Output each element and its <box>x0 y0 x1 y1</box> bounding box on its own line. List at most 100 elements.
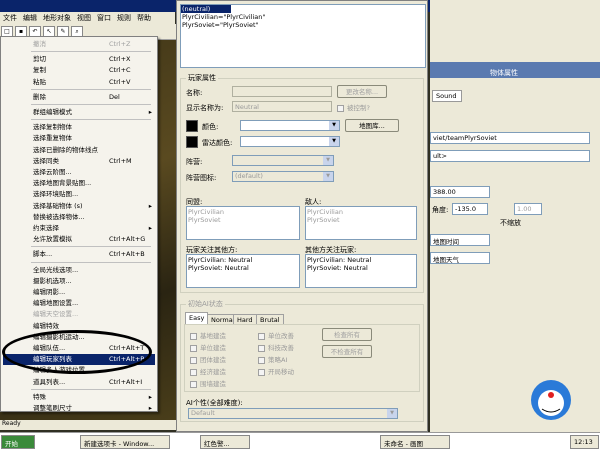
ai-base-build-checkbox[interactable]: 基地建造 <box>190 330 226 340</box>
menu-item-shortcut: Ctrl+X <box>109 55 131 64</box>
menu-item[interactable]: 编辑地图设置... <box>3 298 155 309</box>
menu-item[interactable]: 选择同类 Ctrl+M <box>3 156 155 167</box>
menu-item[interactable]: 编辑天空设置... <box>3 309 155 320</box>
tab-sound[interactable]: Sound <box>432 90 462 102</box>
list-item[interactable]: PlyrSoviet: Neutral <box>188 264 298 272</box>
ai-unit-upgrade-checkbox[interactable]: 单位改善 <box>258 330 294 340</box>
menu-item[interactable]: 选择环境贴图... <box>3 189 155 200</box>
menu-item[interactable]: 替换被选择物体... <box>3 212 155 223</box>
is-human-checkbox[interactable]: 被控制? <box>337 102 370 112</box>
menu-item-label: 编辑天空设置... <box>33 310 79 319</box>
chevron-right-icon: ▸ <box>148 392 152 401</box>
player-item[interactable]: PlyrCivilian="PlyrCivilian" <box>181 13 425 21</box>
menu-item-label: 选择已删除的物体线点 <box>33 145 98 154</box>
menu-item-label: 选择复制物体 <box>33 123 72 132</box>
list-item[interactable]: PlyrSoviet <box>188 216 298 224</box>
menu-item[interactable]: 选择地图背景贴图... <box>3 178 155 189</box>
menu-item[interactable]: 调整笔刷尺寸 ▸ <box>3 403 155 414</box>
ai-strategy-checkbox[interactable]: 策略AI <box>258 354 287 364</box>
radar-color-select[interactable]: ▼ <box>240 136 340 147</box>
menu-item[interactable]: 剪切 Ctrl+X <box>3 54 155 65</box>
tab-hard[interactable]: Hard <box>233 314 257 324</box>
regarded-listbox[interactable]: PlyrCivilian: Neutral PlyrSoviet: Neutra… <box>305 254 417 288</box>
menu-item-label: 全局光线选项... <box>33 265 79 274</box>
chevron-right-icon: ▸ <box>148 108 152 116</box>
ai-opening-move-checkbox[interactable]: 开局移动 <box>258 366 294 376</box>
player-listbox[interactable]: (neutral) PlyrCivilian="PlyrCivilian" Pl… <box>180 4 426 68</box>
menu-edit[interactable]: 编辑 <box>20 12 40 24</box>
menu-help[interactable]: 帮助 <box>134 12 154 24</box>
menu-item[interactable]: 约束选择 ▸ <box>3 223 155 234</box>
menu-item[interactable]: 特殊 ▸ <box>3 392 155 403</box>
scale-field[interactable]: 1.00 <box>514 203 542 215</box>
angle-field[interactable]: -135.0 <box>452 203 488 215</box>
menu-item[interactable]: 允许放置模拟 Ctrl+Alt+G <box>3 234 155 245</box>
ai-wall-build-checkbox[interactable]: 围墙建造 <box>190 378 226 388</box>
menu-item[interactable]: 粘贴 Ctrl+V <box>3 77 155 88</box>
ai-tech-upgrade-checkbox[interactable]: 科技改善 <box>258 342 294 352</box>
ai-unit-build-checkbox[interactable]: 单位建造 <box>190 342 226 352</box>
menu-item[interactable]: 全局光线选项... <box>3 265 155 276</box>
list-item[interactable]: PlyrSoviet <box>307 216 415 224</box>
menu-bar: 文件 编辑 地形对象 视图 窗口 规则 帮助 <box>0 12 175 24</box>
player-item[interactable]: (neutral) <box>181 5 231 13</box>
menu-view[interactable]: 视图 <box>74 12 94 24</box>
list-item[interactable]: PlyrCivilian: Neutral <box>188 256 298 264</box>
checkbox-label: 经济建造 <box>200 368 226 376</box>
ai-team-build-checkbox[interactable]: 团体建造 <box>190 354 226 364</box>
map-time-select[interactable]: 地图时间 <box>430 234 490 246</box>
tab-brutal[interactable]: Brutal <box>256 314 284 324</box>
menu-separator <box>31 119 151 121</box>
menu-file[interactable]: 文件 <box>0 12 20 24</box>
menu-item[interactable]: 摄影机选项... <box>3 276 155 287</box>
ai-personality-label: AI个性(全部难度): <box>186 399 243 407</box>
menu-item[interactable]: 选择复制物体 <box>3 122 155 133</box>
menu-window[interactable]: 窗口 <box>94 12 114 24</box>
menu-item[interactable]: 复制 Ctrl+C <box>3 65 155 76</box>
menu-item[interactable]: 删除 Del <box>3 92 155 103</box>
menu-rules[interactable]: 规则 <box>114 12 134 24</box>
enemies-listbox[interactable]: PlyrCivilian PlyrSoviet <box>305 206 417 240</box>
list-item[interactable]: PlyrCivilian: Neutral <box>307 256 415 264</box>
menu-terrain[interactable]: 地形对象 <box>40 12 74 24</box>
menu-item[interactable]: 道具列表... Ctrl+Alt+I <box>3 377 155 388</box>
menu-item[interactable]: 选择已删除的物体线点 <box>3 145 155 156</box>
menu-item-label: 选择云阶图... <box>33 168 72 176</box>
menu-item[interactable]: 撤消 Ctrl+Z <box>3 39 155 50</box>
taskbar-paint[interactable]: 未命名 - 画图 <box>380 435 450 449</box>
allies-listbox[interactable]: PlyrCivilian PlyrSoviet <box>186 206 300 240</box>
menu-item[interactable]: 脚本... Ctrl+Alt+B <box>3 249 155 260</box>
list-item[interactable]: PlyrSoviet: Neutral <box>307 264 415 272</box>
uncheck-all-button[interactable]: 不检查所有 <box>322 345 372 358</box>
regard-listbox[interactable]: PlyrCivilian: Neutral PlyrSoviet: Neutra… <box>186 254 300 288</box>
tab-easy[interactable]: Easy <box>185 312 209 324</box>
rename-button[interactable]: 更改名称... <box>337 85 387 98</box>
ai-economy-build-checkbox[interactable]: 经济建造 <box>190 366 226 376</box>
check-all-button[interactable]: 检查所有 <box>322 328 372 341</box>
menu-item-label: 选择环境贴图... <box>33 190 79 199</box>
faction-select[interactable]: ▼ <box>232 155 334 166</box>
no-scale-label[interactable]: 不缩放 <box>500 218 521 228</box>
color-select[interactable]: ▼ <box>240 120 340 131</box>
start-button[interactable]: 开始 <box>1 435 35 449</box>
list-item[interactable]: PlyrCivilian <box>307 208 415 216</box>
map-weather-select[interactable]: 地图天气 <box>430 252 490 264</box>
taskbar-browser[interactable]: 新建选项卡 - Window... <box>80 435 170 449</box>
menu-item[interactable]: 选择重复物体 <box>3 133 155 144</box>
map-color-button[interactable]: 地图库... <box>345 119 399 132</box>
list-item[interactable]: PlyrCivilian <box>188 208 298 216</box>
player-item[interactable]: PlyrSoviet="PlyrSoviet" <box>181 21 425 29</box>
menu-item[interactable]: 选择云阶图... <box>3 167 155 178</box>
menu-item-label: 脚本... <box>33 250 53 259</box>
menu-item[interactable]: 编辑阴影... <box>3 287 155 298</box>
number-field[interactable]: 388.00 <box>430 186 490 198</box>
menu-item[interactable]: 选择基础物体 (s) ▸ <box>3 201 155 212</box>
chevron-down-icon: ▼ <box>323 172 333 181</box>
team-field[interactable]: viet/teamPlyrSoviet <box>430 132 590 144</box>
menu-item[interactable]: 群组编辑模式 ▸ <box>3 107 155 118</box>
taskbar-redalert[interactable]: 红色警... <box>200 435 250 449</box>
faction-icon-select[interactable]: (default) ▼ <box>232 171 334 182</box>
ai-personality-select[interactable]: Default ▼ <box>188 408 398 419</box>
ult-field[interactable]: ult> <box>430 150 590 162</box>
checkbox-label: 科技改善 <box>268 344 294 352</box>
